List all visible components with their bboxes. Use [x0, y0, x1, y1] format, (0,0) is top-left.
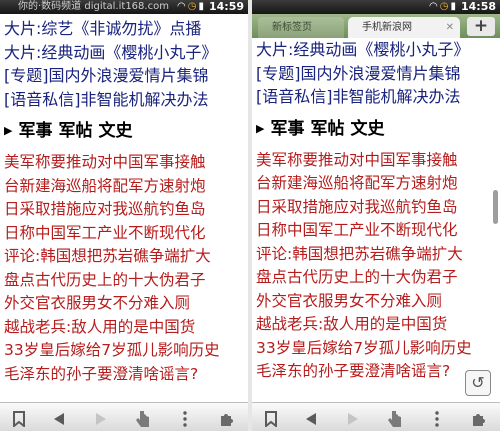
- tab-bar: 新标签页 手机新浪网 ✕ +: [252, 14, 500, 38]
- status-clock: 14:59: [208, 0, 244, 13]
- reload-icon[interactable]: ↺: [465, 370, 491, 396]
- right-browser-screen: ◠◷▮ 14:58 新标签页 手机新浪网 ✕ + 大片:经典动画《樱桃小丸子》 […: [252, 0, 500, 431]
- back-arrow-icon[interactable]: [294, 403, 328, 431]
- news-item[interactable]: 盘点古代历史上的十大伪君子: [252, 266, 492, 290]
- news-item[interactable]: 日采取措施应对我巡航钓鱼岛: [0, 198, 240, 222]
- menu-dots-icon[interactable]: [420, 403, 454, 431]
- news-item[interactable]: 日采取措施应对我巡航钓鱼岛: [252, 196, 492, 220]
- puzzle-icon[interactable]: [462, 403, 496, 431]
- news-item[interactable]: 美军称要推动对中国军事接触: [252, 149, 492, 173]
- status-bar: ◠◷▮ 14:58: [252, 0, 500, 14]
- page-content: 大片:经典动画《樱桃小丸子》 [专题]国内外浪漫爱情片集锦 [语音私信]非智能机…: [252, 38, 492, 384]
- bookmark-icon[interactable]: [2, 403, 36, 431]
- ent-link-3[interactable]: [专题]国内外浪漫爱情片集锦: [252, 62, 492, 86]
- triangle-bullet-icon: ▶: [4, 124, 13, 137]
- bottom-toolbar: [252, 402, 500, 431]
- status-bar: 你的·数码频道 digital.it168.com ◠◷▮ 14:59: [0, 0, 248, 14]
- hand-pointer-icon[interactable]: [378, 403, 412, 431]
- triangle-bullet-icon: ▶: [256, 121, 265, 135]
- news-item[interactable]: 盘点古代历史上的十大伪君子: [0, 269, 240, 293]
- page-content: 大片:综艺《非诚勿扰》点播 大片:经典动画《樱桃小丸子》 [专题]国内外浪漫爱情…: [0, 17, 240, 386]
- status-clock: 14:58: [460, 0, 496, 13]
- back-arrow-icon[interactable]: [42, 403, 76, 431]
- status-icons: ◠◷▮: [429, 0, 458, 14]
- hand-pointer-icon[interactable]: [126, 403, 160, 431]
- news-item[interactable]: 评论:韩国想把苏岩礁争端扩大: [0, 245, 240, 269]
- ent-link-1[interactable]: 大片:综艺《非诚勿扰》点播: [0, 17, 240, 41]
- ent-link-3[interactable]: [专题]国内外浪漫爱情片集锦: [0, 64, 240, 88]
- news-item[interactable]: 越战老兵:敌人用的是中国货: [252, 313, 492, 337]
- bookmark-icon[interactable]: [254, 403, 288, 431]
- plus-icon[interactable]: +: [467, 17, 495, 36]
- news-item[interactable]: 台新建海巡船将配军方速射炮: [0, 175, 240, 199]
- section-link-posts[interactable]: 军帖: [310, 119, 344, 139]
- puzzle-icon[interactable]: [210, 403, 244, 431]
- section-link-history[interactable]: 文史: [350, 119, 384, 139]
- scrollbar-thumb[interactable]: [493, 190, 498, 224]
- tab-label: 手机新浪网: [362, 22, 412, 33]
- ent-link-4[interactable]: [语音私信]非智能机解决办法: [252, 85, 492, 109]
- bottom-toolbar: [0, 402, 248, 431]
- news-item[interactable]: 日称中国军工产业不断现代化: [0, 222, 240, 246]
- watermark-text: 你的·数码频道 digital.it168.com: [18, 1, 169, 12]
- news-item[interactable]: 毛泽东的孙子要澄清啥谣言?: [252, 360, 492, 384]
- tab-label: 新标签页: [272, 22, 312, 33]
- news-item[interactable]: 台新建海巡船将配军方速射炮: [252, 172, 492, 196]
- section-link-military[interactable]: 军事: [18, 121, 52, 141]
- ent-link-2[interactable]: 大片:经典动画《樱桃小丸子》: [252, 38, 492, 62]
- battery-icon: ▮: [198, 1, 206, 12]
- battery-icon: ▮: [450, 1, 458, 12]
- section-link-posts[interactable]: 军帖: [58, 121, 92, 141]
- news-item[interactable]: 美军称要推动对中国军事接触: [0, 151, 240, 175]
- ent-link-4[interactable]: [语音私信]非智能机解决办法: [0, 88, 240, 112]
- tab-sina-mobile[interactable]: 手机新浪网 ✕: [348, 17, 460, 38]
- news-item[interactable]: 33岁皇后嫁给7岁孤儿影响历史: [252, 337, 492, 361]
- ent-link-2[interactable]: 大片:经典动画《樱桃小丸子》: [0, 41, 240, 65]
- news-item[interactable]: 评论:韩国想把苏岩礁争端扩大: [252, 243, 492, 267]
- forward-arrow-icon[interactable]: [336, 403, 370, 431]
- section-link-history[interactable]: 文史: [98, 121, 132, 141]
- tab-new-tab[interactable]: 新标签页: [258, 17, 344, 38]
- section-link-military[interactable]: 军事: [270, 119, 304, 139]
- section-header: ▶ 军事 军帖 文史: [0, 111, 240, 151]
- news-item[interactable]: 外交官衣服男女不分难入厕: [0, 292, 240, 316]
- left-browser-screen: 你的·数码频道 digital.it168.com ◠◷▮ 14:59 大片:综…: [0, 0, 248, 431]
- news-item[interactable]: 33岁皇后嫁给7岁孤儿影响历史: [0, 339, 240, 363]
- news-item[interactable]: 毛泽东的孙子要澄清啥谣言?: [0, 363, 240, 387]
- wifi-icon: ◠: [177, 1, 188, 12]
- news-item[interactable]: 越战老兵:敌人用的是中国货: [0, 316, 240, 340]
- alarm-icon: ◷: [187, 1, 199, 12]
- alarm-icon: ◷: [439, 1, 451, 12]
- forward-arrow-icon[interactable]: [84, 403, 118, 431]
- news-item[interactable]: 日称中国军工产业不断现代化: [252, 219, 492, 243]
- close-icon[interactable]: ✕: [446, 17, 454, 38]
- status-icons: ◠◷▮: [177, 0, 206, 14]
- news-item[interactable]: 外交官衣服男女不分难入厕: [252, 290, 492, 314]
- section-header: ▶ 军事 军帖 文史: [252, 109, 492, 149]
- menu-dots-icon[interactable]: [168, 403, 202, 431]
- wifi-icon: ◠: [429, 1, 440, 12]
